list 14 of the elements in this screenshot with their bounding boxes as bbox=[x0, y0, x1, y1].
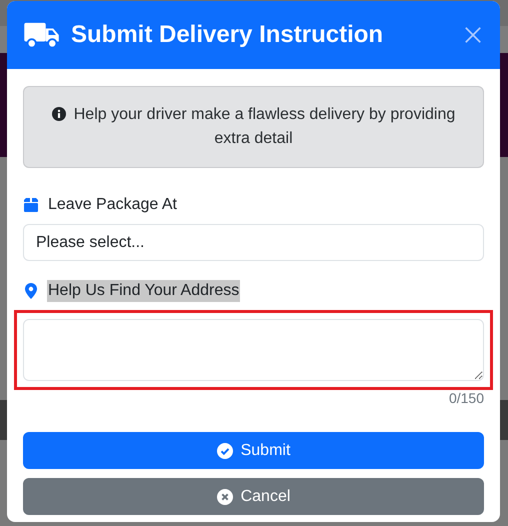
truck-icon bbox=[23, 21, 61, 49]
info-icon bbox=[52, 107, 66, 121]
field-label: Leave Package At bbox=[47, 195, 178, 215]
close-circle-icon bbox=[216, 488, 233, 504]
character-counter: 0/150 bbox=[448, 390, 484, 406]
cancel-button[interactable]: Cancel bbox=[23, 478, 484, 515]
select-field[interactable]: Please select... bbox=[23, 224, 484, 261]
submit-button[interactable]: Submit bbox=[23, 432, 484, 469]
info-text: Help your driver make a flawless delivery by providing extra detail bbox=[46, 103, 461, 151]
check-circle-icon bbox=[216, 442, 233, 458]
location-pin-icon bbox=[23, 283, 39, 299]
field-label: Help Us Find Your Address bbox=[47, 280, 240, 302]
dialog-title: Submit Delivery Instruction bbox=[71, 21, 384, 49]
box-icon bbox=[23, 197, 39, 213]
